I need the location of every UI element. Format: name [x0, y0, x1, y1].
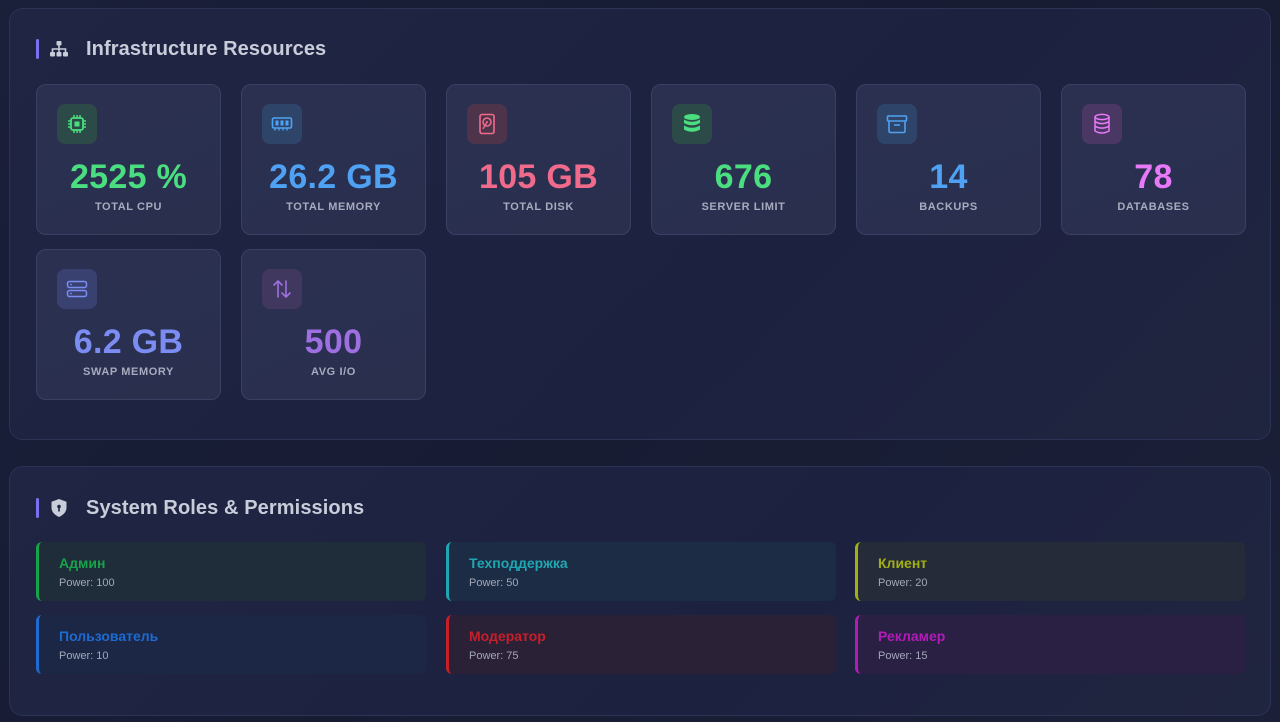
resource-card-avg-io: 500 AVG I/O [241, 249, 426, 400]
backups-value: 14 [929, 158, 968, 196]
databases-value: 78 [1134, 158, 1173, 196]
role-power: Power: 10 [59, 650, 109, 662]
cpu-icon [57, 104, 97, 144]
server-limit-label: SERVER LIMIT [701, 201, 786, 213]
arrows-up-down-icon [262, 269, 302, 309]
infrastructure-title: Infrastructure Resources [86, 37, 327, 60]
memory-label: TOTAL MEMORY [286, 201, 381, 213]
avg-io-value: 500 [304, 323, 363, 361]
resource-card-backups: 14 BACKUPS [856, 84, 1041, 235]
role-name: Клиент [878, 555, 928, 571]
role-card-moderator[interactable]: Модератор Power: 75 [446, 615, 836, 674]
archive-icon [877, 104, 917, 144]
header-accent-bar [36, 498, 39, 518]
role-power: Power: 100 [59, 577, 115, 589]
role-name: Пользователь [59, 628, 159, 644]
backups-label: BACKUPS [919, 201, 978, 213]
role-name: Модератор [469, 628, 546, 644]
role-power: Power: 15 [878, 650, 928, 662]
memory-icon [262, 104, 302, 144]
role-card-support[interactable]: Техподдержка Power: 50 [446, 542, 836, 601]
server-limit-value: 676 [714, 158, 773, 196]
shield-icon [49, 498, 69, 518]
resource-card-cpu: 2525 % TOTAL CPU [36, 84, 221, 235]
databases-label: DATABASES [1117, 201, 1190, 213]
role-power: Power: 50 [469, 577, 519, 589]
role-name: Техподдержка [469, 555, 568, 571]
dashboard-page: Infrastructure Resources 2525 % TOTAL CP… [0, 0, 1280, 722]
roles-header: System Roles & Permissions [36, 497, 364, 519]
server-icon [57, 269, 97, 309]
disk-label: TOTAL DISK [503, 201, 574, 213]
roles-title: System Roles & Permissions [86, 496, 365, 519]
disk-value: 105 GB [479, 158, 598, 196]
hard-drive-icon [467, 104, 507, 144]
role-card-user[interactable]: Пользователь Power: 10 [36, 615, 426, 674]
infrastructure-header: Infrastructure Resources [36, 38, 326, 60]
swap-memory-label: SWAP MEMORY [83, 366, 174, 378]
roles-panel: System Roles & Permissions Админ Power: … [9, 466, 1271, 716]
role-card-client[interactable]: Клиент Power: 20 [855, 542, 1245, 601]
memory-value: 26.2 GB [269, 158, 398, 196]
sitemap-icon [49, 39, 69, 59]
role-card-advertiser[interactable]: Рекламер Power: 15 [855, 615, 1245, 674]
role-name: Рекламер [878, 628, 946, 644]
role-power: Power: 20 [878, 577, 928, 589]
role-name: Админ [59, 555, 106, 571]
database-icon [1082, 104, 1122, 144]
resource-card-server-limit: 676 SERVER LIMIT [651, 84, 836, 235]
resource-card-disk: 105 GB TOTAL DISK [446, 84, 631, 235]
database-stack-icon [672, 104, 712, 144]
resource-card-databases: 78 DATABASES [1061, 84, 1246, 235]
role-card-admin[interactable]: Админ Power: 100 [36, 542, 426, 601]
cpu-label: TOTAL CPU [94, 201, 163, 213]
resource-card-swap-memory: 6.2 GB SWAP MEMORY [36, 249, 221, 400]
header-accent-bar [36, 39, 39, 59]
swap-memory-value: 6.2 GB [73, 323, 184, 361]
resource-card-memory: 26.2 GB TOTAL MEMORY [241, 84, 426, 235]
role-power: Power: 75 [469, 650, 519, 662]
avg-io-label: AVG I/O [311, 366, 356, 378]
infrastructure-panel: Infrastructure Resources 2525 % TOTAL CP… [9, 8, 1271, 440]
cpu-value: 2525 % [69, 158, 188, 196]
